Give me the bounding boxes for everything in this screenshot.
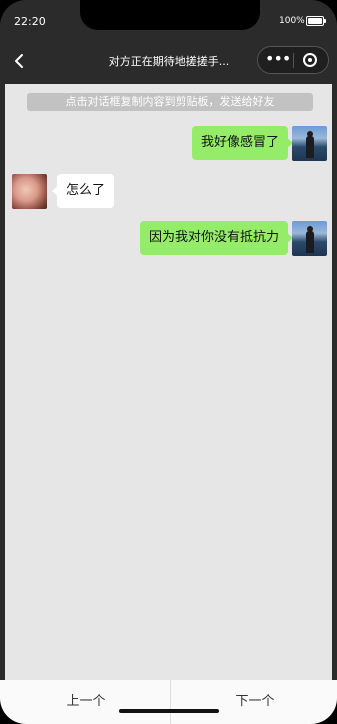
message-bubble-self[interactable]: 我好像感冒了 — [191, 126, 294, 160]
bottom-toolbar: 上一个 下一个 — [0, 680, 337, 724]
self-avatar — [292, 221, 327, 256]
more-menu-icon[interactable]: ••• — [265, 51, 291, 68]
message-bubble-other[interactable]: 怎么了 — [51, 174, 115, 208]
other-avatar — [12, 174, 47, 209]
navigation-bar: 对方正在期待地搓搓手... ••• — [0, 42, 337, 80]
status-time: 22:20 — [14, 15, 46, 28]
copy-hint-banner: 点击对话框复制内容到剪贴板，发送给好友 — [27, 93, 313, 111]
miniprogram-capsule: ••• — [257, 46, 329, 74]
capsule-divider — [293, 53, 294, 68]
home-indicator[interactable] — [119, 709, 219, 713]
chat-area: 点击对话框复制内容到剪贴板，发送给好友 我好像感冒了 怎么了 因为我对你没有抵抗… — [5, 84, 332, 680]
battery-icon — [306, 16, 326, 26]
back-arrow-icon[interactable] — [12, 53, 28, 69]
self-avatar — [292, 126, 327, 161]
phone-frame: 22:20 100% 对方正在期待地搓搓手... ••• 点击对话框复制内容到剪… — [0, 0, 337, 724]
page-title: 对方正在期待地搓搓手... — [108, 55, 230, 68]
message-bubble-self[interactable]: 因为我对你没有抵抗力 — [139, 221, 294, 255]
prev-button[interactable]: 上一个 — [2, 680, 170, 724]
camera-notch — [80, 0, 260, 30]
battery-percent: 100% — [279, 16, 305, 26]
close-target-icon[interactable] — [303, 53, 317, 67]
next-button[interactable]: 下一个 — [171, 680, 337, 724]
